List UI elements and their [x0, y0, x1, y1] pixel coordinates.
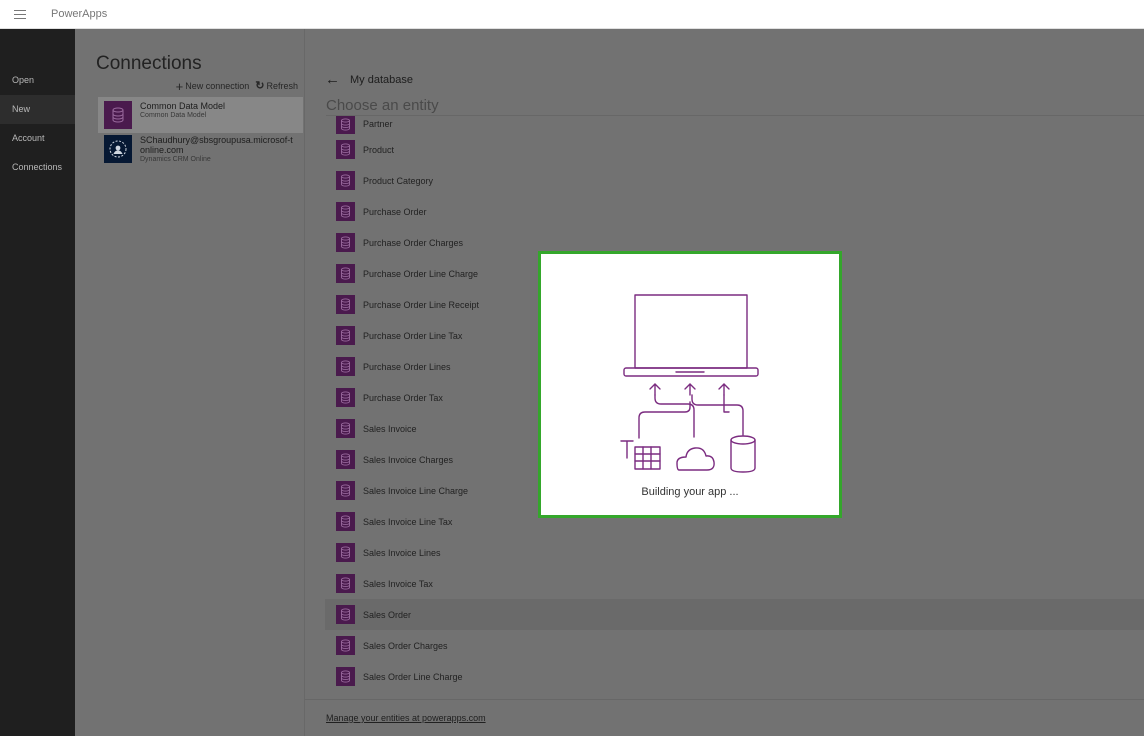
entity-label: Purchase Order Line Tax: [363, 330, 463, 341]
connection-item-common-data-model[interactable]: Common Data Model Common Data Model: [98, 97, 303, 133]
entity-label: Sales Invoice: [363, 423, 417, 434]
entity-item[interactable]: Sales Order: [325, 599, 1144, 630]
dynamics-crm-icon: [104, 135, 132, 163]
divider: [305, 699, 1144, 700]
app-title: PowerApps: [51, 8, 108, 20]
entity-icon: [336, 233, 355, 252]
entity-item[interactable]: Sales Invoice Lines: [325, 537, 1144, 568]
database-icon: [104, 101, 132, 129]
choose-entity-heading: Choose an entity: [326, 97, 439, 114]
entity-item[interactable]: Sales Order Charges: [325, 630, 1144, 661]
entity-icon: [336, 116, 355, 134]
entity-item[interactable]: Sales Invoice Tax: [325, 568, 1144, 599]
entity-icon: [336, 264, 355, 283]
entity-label: Sales Order Charges: [363, 640, 448, 651]
back-arrow-icon: ←: [325, 71, 340, 88]
entity-label: Sales Invoice Charges: [363, 454, 454, 465]
connections-actions: + New connection ↻ Refresh: [175, 78, 298, 94]
entity-label: Sales Invoice Tax: [363, 578, 433, 589]
nav-item-connections[interactable]: Connections: [0, 153, 75, 182]
entity-icon: [336, 543, 355, 562]
entity-label: Purchase Order Line Receipt: [363, 299, 480, 310]
entity-icon: [336, 202, 355, 221]
entity-label: Sales Order Line Charge: [363, 671, 463, 682]
plus-icon: +: [175, 78, 184, 94]
new-connection-button[interactable]: + New connection: [175, 78, 250, 94]
entity-icon: [336, 512, 355, 531]
entity-label: Sales Order: [363, 609, 412, 620]
connection-name: Common Data Model: [140, 101, 226, 111]
connection-type: Common Data Model: [140, 112, 207, 119]
entity-label: Purchase Order: [363, 206, 427, 217]
refresh-button[interactable]: ↻ Refresh: [255, 79, 298, 92]
entity-label: Sales Invoice Line Charge: [363, 485, 469, 496]
entity-item[interactable]: Product Category: [325, 165, 1144, 196]
entity-icon: [336, 140, 355, 159]
left-nav: Open New Account Connections: [0, 29, 75, 736]
entity-icon: [336, 450, 355, 469]
nav-item-open[interactable]: Open: [0, 66, 75, 95]
entity-icon: [336, 574, 355, 593]
entity-label: Partner: [363, 119, 393, 129]
connection-name: SChaudhury@sbsgroupusa.microsof-tonline.…: [140, 135, 293, 155]
building-status-text: Building your app ...: [641, 486, 739, 498]
entity-item[interactable]: Partner: [325, 116, 1144, 134]
new-connection-label: New connection: [185, 81, 250, 91]
connections-title: Connections: [96, 53, 202, 74]
entity-icon: [336, 326, 355, 345]
refresh-label: Refresh: [266, 81, 298, 91]
entity-icon: [336, 295, 355, 314]
entity-icon: [336, 667, 355, 686]
top-bar: PowerApps: [0, 0, 1144, 29]
entity-item[interactable]: Product: [325, 134, 1144, 165]
connection-item-dynamics-crm[interactable]: SChaudhury@sbsgroupusa.microsof-tonline.…: [98, 131, 303, 168]
back-button[interactable]: ← My database: [325, 71, 413, 88]
entity-item[interactable]: Sales Order Line Charge: [325, 661, 1144, 692]
entity-label: Purchase Order Line Charge: [363, 268, 479, 279]
building-app-illustration: [620, 294, 759, 473]
entity-icon: [336, 357, 355, 376]
hamburger-menu-icon[interactable]: [0, 0, 40, 29]
entity-icon: [336, 605, 355, 624]
entity-label: Sales Invoice Line Tax: [363, 516, 453, 527]
entity-icon: [336, 481, 355, 500]
entity-icon: [336, 636, 355, 655]
connections-panel: Connections + New connection ↻ Refresh C…: [75, 29, 305, 736]
refresh-icon: ↻: [255, 79, 265, 92]
entity-icon: [336, 419, 355, 438]
entity-icon: [336, 388, 355, 407]
connection-type: Dynamics CRM Online: [140, 156, 211, 163]
entity-item[interactable]: Purchase Order: [325, 196, 1144, 227]
database-name: My database: [350, 74, 413, 86]
nav-item-new[interactable]: New: [0, 95, 75, 124]
entity-label: Product: [363, 144, 395, 155]
building-app-dialog: Building your app ...: [538, 251, 842, 518]
entity-label: Purchase Order Charges: [363, 237, 464, 248]
entity-label: Sales Invoice Lines: [363, 547, 441, 558]
entity-icon: [336, 171, 355, 190]
nav-item-account[interactable]: Account: [0, 124, 75, 153]
entity-label: Purchase Order Lines: [363, 361, 451, 372]
manage-entities-link[interactable]: Manage your entities at powerapps.com: [326, 713, 486, 723]
entity-label: Product Category: [363, 175, 434, 186]
entity-label: Purchase Order Tax: [363, 392, 443, 403]
